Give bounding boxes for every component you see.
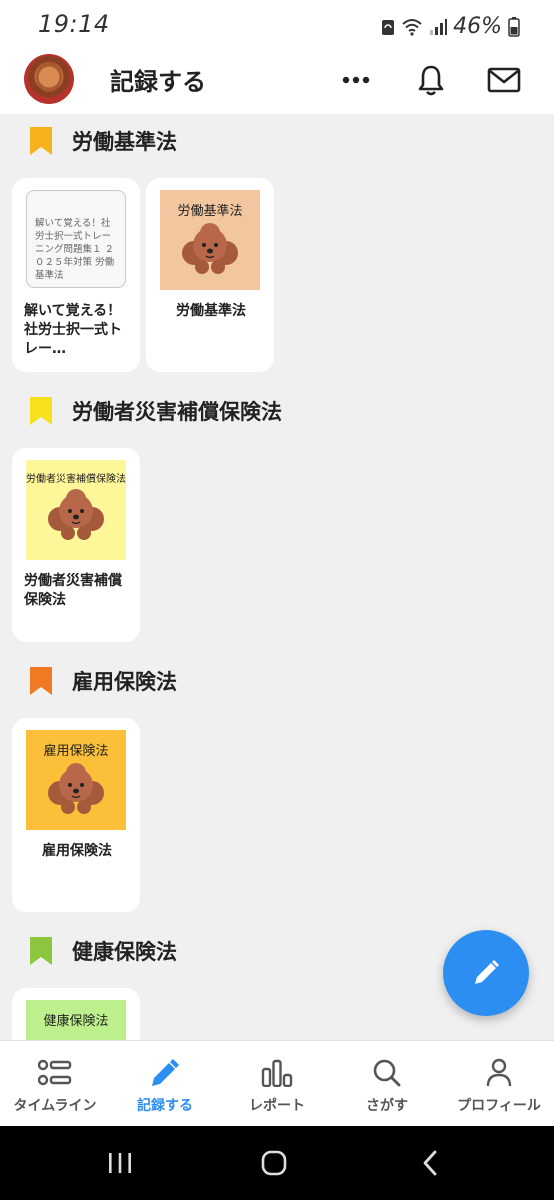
nav-label: プロフィール	[457, 1098, 541, 1114]
bookmark-icon	[30, 667, 52, 695]
section-title: 労働基準法	[72, 130, 177, 154]
thumbnail-caption: 健康保険法	[43, 1014, 109, 1029]
section-header: 雇用保険法	[30, 666, 177, 696]
book-thumbnail: 労働者災害補償保険法	[26, 460, 126, 560]
section-header: 労働基準法	[30, 126, 177, 156]
section-title: 雇用保険法	[72, 670, 177, 694]
pencil-icon	[149, 1057, 181, 1089]
recent-apps-icon[interactable]	[100, 1146, 140, 1180]
bottom-navigation: タイムライン 記録する レポート さがす プロフィール	[0, 1040, 554, 1126]
bookmark-icon	[30, 127, 52, 155]
nav-profile[interactable]: プロフィール	[444, 1041, 554, 1127]
book-title: 労働者災害補償保険法	[24, 573, 122, 608]
avatar[interactable]	[24, 54, 74, 104]
book-card[interactable]: 雇用保険法 雇用保険法	[12, 718, 140, 912]
home-icon[interactable]	[254, 1146, 294, 1180]
section-header: 労働者災害補償保険法	[30, 396, 282, 426]
thumbnail-caption: 雇用保険法	[43, 744, 109, 759]
battery-percent: 46%	[453, 14, 502, 39]
mail-icon[interactable]	[486, 62, 522, 98]
thumbnail-caption: 労働者災害補償保険法	[26, 474, 126, 485]
bookmark-icon	[30, 397, 52, 425]
app-header: 記録する	[0, 52, 554, 114]
search-icon	[372, 1057, 402, 1089]
book-title: 労働基準法	[176, 303, 246, 319]
record-list[interactable]: 労働基準法 解いて覚える！社労士択一式トレーニング問題集１ ２０２５年対策 労働…	[0, 114, 554, 1040]
page-title: 記録する	[110, 68, 206, 96]
bell-icon[interactable]	[413, 62, 449, 98]
status-icons: 46%	[381, 14, 520, 39]
poodle-illustration-icon	[48, 763, 104, 814]
more-icon[interactable]	[338, 62, 374, 98]
battery-icon	[508, 16, 520, 37]
nav-search[interactable]: さがす	[332, 1041, 442, 1127]
book-card[interactable]: 労働者災害補償保険法 労働者災害補償保険法	[12, 448, 140, 642]
section-title: 労働者災害補償保険法	[72, 400, 282, 424]
pencil-icon	[475, 960, 499, 984]
section-title: 健康保険法	[72, 940, 177, 964]
nav-label: さがす	[366, 1098, 408, 1114]
book-thumbnail: 雇用保険法	[26, 730, 126, 830]
thumbnail-caption: 労働基準法	[177, 204, 243, 219]
nav-record[interactable]: 記録する	[110, 1041, 220, 1127]
bar-chart-icon	[261, 1057, 293, 1089]
system-navigation-bar	[0, 1126, 554, 1200]
signal-icon	[430, 18, 448, 35]
book-card[interactable]: 解いて覚える！社労士択一式トレーニング問題集１ ２０２５年対策 労働基準法 解い…	[12, 178, 140, 372]
bookmark-icon	[30, 937, 52, 965]
nav-label: タイムライン	[13, 1098, 97, 1114]
book-title: 雇用保険法	[42, 843, 112, 859]
book-title: 解いて覚える！社労士択一式トレー…	[24, 303, 122, 357]
section-header: 健康保険法	[30, 936, 177, 966]
nav-report[interactable]: レポート	[222, 1041, 332, 1127]
status-bar: 19:14 46%	[0, 0, 554, 52]
book-card[interactable]: 健康保険法	[12, 988, 140, 1040]
add-record-button[interactable]	[443, 930, 529, 1016]
book-card[interactable]: 労働基準法 労働基準法	[146, 178, 274, 372]
wifi-icon	[402, 18, 422, 36]
poodle-illustration-icon	[48, 489, 104, 540]
nav-timeline[interactable]: タイムライン	[0, 1041, 110, 1127]
book-thumbnail: 健康保険法	[26, 1000, 126, 1040]
thumbnail-title: 解いて覚える！社労士択一式トレーニング問題集１ ２０２５年対策 労働基準法	[26, 190, 126, 288]
nav-label: 記録する	[137, 1098, 193, 1114]
back-icon[interactable]	[410, 1146, 450, 1180]
status-time: 19:14	[38, 10, 110, 38]
poodle-illustration-icon	[182, 223, 238, 274]
person-icon	[485, 1057, 513, 1089]
timeline-icon	[38, 1057, 72, 1089]
book-thumbnail: 解いて覚える！社労士択一式トレーニング問題集１ ２０２５年対策 労働基準法	[26, 190, 126, 290]
nav-label: レポート	[249, 1098, 305, 1114]
book-thumbnail: 労働基準法	[160, 190, 260, 290]
sync-icon	[382, 19, 395, 35]
